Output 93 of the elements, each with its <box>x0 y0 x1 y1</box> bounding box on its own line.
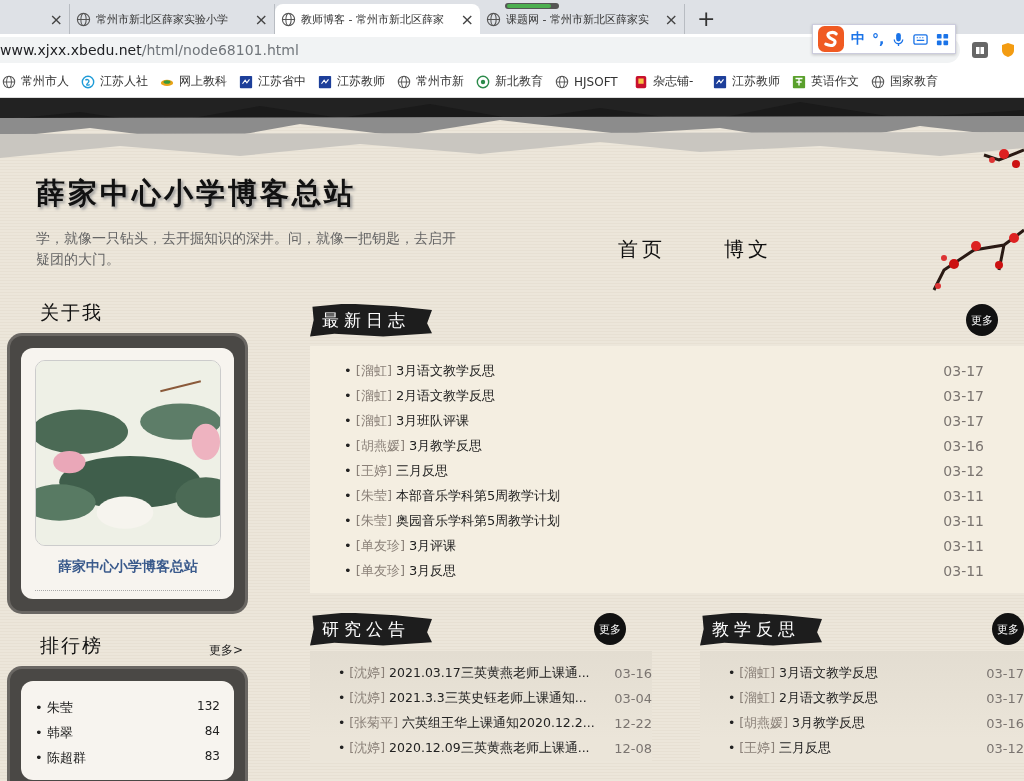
loading-bar-icon <box>505 3 559 9</box>
globe-icon <box>397 74 411 89</box>
post-link[interactable]: • [朱莹] 奥园音乐学科第5周教学计划 <box>344 511 561 530</box>
site-icon <box>476 74 490 89</box>
post-link[interactable]: • [溜虹] 2月语文教学反思 <box>344 386 496 405</box>
post-link[interactable]: • [溜虹] 2月语文教学反思 <box>728 690 879 707</box>
ranking-count: 83 <box>204 749 220 765</box>
site-icon <box>81 74 95 89</box>
more-button[interactable]: 更多 <box>992 613 1024 645</box>
ranking-name[interactable]: • 韩翠 <box>35 724 73 749</box>
tab-title: 教师博客 - 常州市新北区薛家 <box>301 11 445 27</box>
bookmark-item[interactable]: 常州市新 <box>395 73 474 90</box>
post-link[interactable]: • [朱莹] 本部音乐学科第5周教学计划 <box>344 486 561 505</box>
close-icon[interactable]: × <box>49 9 63 29</box>
section-heading: 教学反思 <box>700 612 822 646</box>
post-link[interactable]: • [单友珍] 3月反思 <box>344 561 457 580</box>
more-button[interactable]: 更多 <box>966 304 998 336</box>
bookmark-item[interactable]: 国家教育 <box>869 73 948 90</box>
close-icon[interactable]: × <box>460 9 474 29</box>
bookmark-item[interactable]: 新北教育 <box>474 73 553 90</box>
ranking-name[interactable]: • 朱莹 <box>35 699 73 724</box>
globe-icon <box>2 74 16 89</box>
post-date: 03-04 <box>614 691 652 706</box>
site-title: 薛家中心小学博客总站 <box>36 175 357 212</box>
globe-icon <box>281 11 296 27</box>
more-link[interactable]: 更多> <box>208 642 243 659</box>
bookmark-item[interactable]: HJSOFT <box>553 74 632 89</box>
globe-icon <box>76 11 91 27</box>
post-link[interactable]: • [溜虹] 3月语文教学反思 <box>728 665 879 682</box>
bookmark-item[interactable]: 网上教科 <box>158 73 237 90</box>
browser-tab[interactable]: 教师博客 - 常州市新北区薛家 × <box>275 4 480 34</box>
site-motto: 学，就像一只钻头，去开掘知识的深井。问，就像一把钥匙，去启开疑团的大门。 <box>36 229 457 269</box>
new-tab-button[interactable]: + <box>697 6 716 31</box>
post-date: 12-22 <box>614 716 652 731</box>
post-date: 03-16 <box>614 666 652 681</box>
post-link[interactable]: • [王婷] 三月反思 <box>344 461 449 480</box>
ranking-name[interactable]: • 陈超群 <box>35 749 86 774</box>
site-icon <box>239 74 253 89</box>
post-link[interactable]: • [沈婷] 2021.3.3三英史钰老师上课通知... <box>338 690 587 707</box>
close-icon[interactable]: × <box>254 9 268 29</box>
bookmark-item[interactable]: 常州市人 <box>0 73 79 90</box>
section-heading: 最新日志 <box>310 303 432 337</box>
bookmark-item[interactable]: 江苏省中 <box>237 73 316 90</box>
section-heading: 研究公告 <box>310 612 432 646</box>
bookmark-item[interactable]: 英语作文 <box>790 73 869 90</box>
tab-title: 课题网 - 常州市新北区薛家实 <box>506 11 650 27</box>
nav-link[interactable]: 首页 <box>618 236 666 298</box>
post-link[interactable]: • [溜虹] 3月语文教学反思 <box>344 361 496 380</box>
profile-name[interactable]: 薛家中心小学博客总站 <box>35 546 220 591</box>
globe-icon <box>871 74 885 89</box>
more-button[interactable]: 更多 <box>594 613 626 645</box>
globe-icon <box>486 11 501 27</box>
globe-icon <box>555 74 569 89</box>
tab-title: 常州市新北区薛家实验小学 <box>96 11 229 27</box>
post-date: 03-11 <box>943 512 984 529</box>
post-link[interactable]: • [张菊平] 六英组王华上课通知2020.12.2... <box>338 715 595 732</box>
site-icon <box>318 74 332 89</box>
ranking-count: 84 <box>204 724 220 740</box>
post-date: 03-12 <box>943 462 984 479</box>
ranking-count: 132 <box>197 699 220 715</box>
post-date: 03-17 <box>943 412 984 429</box>
post-date: 03-17 <box>986 666 1024 681</box>
post-date: 03-11 <box>943 562 984 579</box>
post-date: 03-11 <box>943 487 984 504</box>
grid-icon[interactable] <box>935 31 951 47</box>
bookmark-item[interactable]: 江苏人社 <box>79 73 158 90</box>
post-date: 03-17 <box>986 691 1024 706</box>
reader-icon[interactable] <box>972 42 988 58</box>
post-date: 03-16 <box>986 716 1024 731</box>
post-link[interactable]: • [胡燕媛] 3月教学反思 <box>728 715 866 732</box>
section-heading: 关于我 <box>40 300 103 325</box>
post-date: 03-12 <box>986 741 1024 756</box>
post-link[interactable]: • [胡燕媛] 3月教学反思 <box>344 436 483 455</box>
nav-link[interactable]: 博文 <box>724 236 772 298</box>
section-heading: 排行榜 <box>40 633 103 658</box>
post-link[interactable]: • [单友珍] 3月评课 <box>344 536 457 555</box>
site-icon <box>792 74 806 89</box>
post-date: 03-16 <box>943 437 984 454</box>
post-date: 03-17 <box>943 362 984 379</box>
bookmark-item[interactable]: 江苏教师 <box>316 73 395 90</box>
site-icon <box>713 74 727 89</box>
post-date: 12-08 <box>614 741 652 756</box>
post-date: 03-17 <box>943 387 984 404</box>
post-link[interactable]: • [沈婷] 2020.12.09三英黄燕老师上课通... <box>338 740 590 757</box>
site-icon <box>634 74 648 89</box>
post-link[interactable]: • [沈婷] 2021.03.17三英黄燕老师上课通... <box>338 665 590 682</box>
keyboard-icon[interactable] <box>913 31 929 47</box>
bookmark-item[interactable]: 江苏教师 <box>711 73 790 90</box>
post-date: 03-11 <box>943 537 984 554</box>
post-link[interactable]: • [王婷] 三月反思 <box>728 740 832 757</box>
post-link[interactable]: • [溜虹] 3月班队评课 <box>344 411 470 430</box>
bookmark-item[interactable]: 杂志铺- <box>632 73 711 90</box>
close-icon[interactable]: × <box>664 9 678 29</box>
